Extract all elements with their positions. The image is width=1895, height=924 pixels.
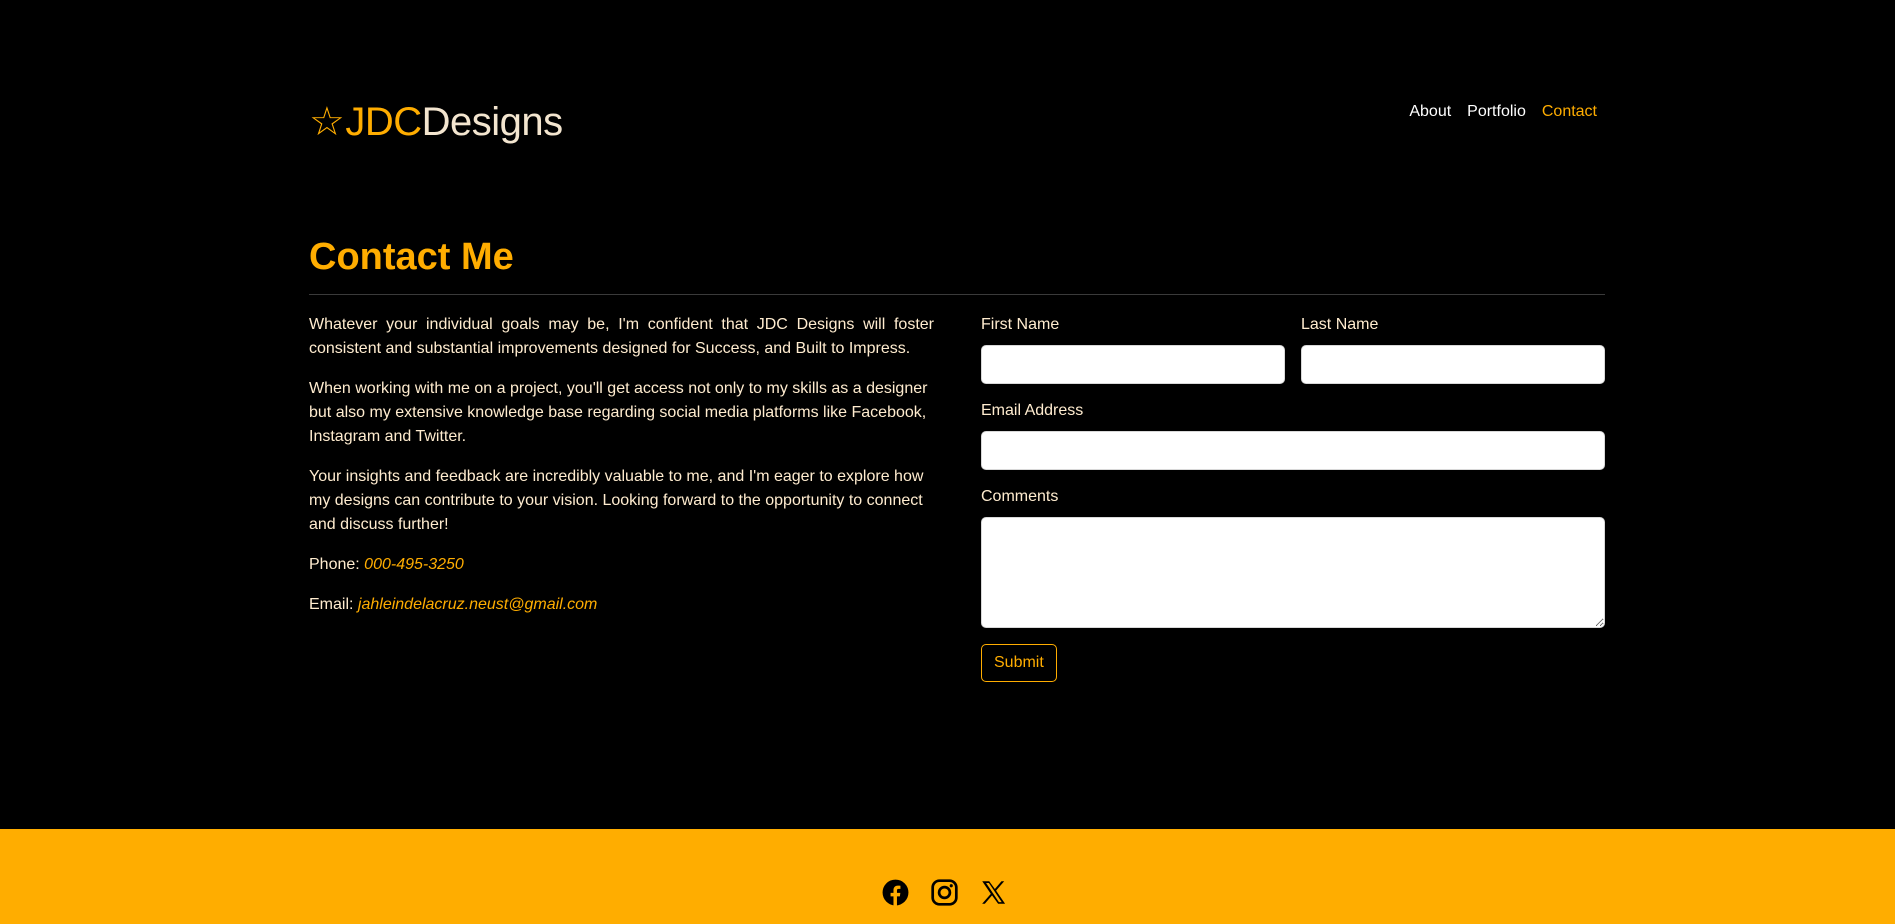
facebook-icon[interactable] [882, 879, 909, 906]
nav-item-about[interactable]: About [1401, 100, 1459, 124]
last-name-field[interactable] [1301, 345, 1605, 384]
last-name-label: Last Name [1301, 316, 1379, 333]
intro-paragraph-1: Whatever your individual goals may be, I… [309, 316, 934, 357]
site-header: ☆ JDC Designs About Portfolio Contact [309, 94, 1605, 154]
phone-link[interactable]: 000-495-3250 [364, 556, 464, 573]
contact-page: ☆ JDC Designs About Portfolio Contact Co… [0, 0, 1895, 924]
intro-paragraph-2: When working with me on a project, you'l… [309, 380, 928, 445]
site-footer [0, 829, 1895, 924]
first-name-label: First Name [981, 316, 1060, 333]
logo-brand-rest: Designs [421, 100, 564, 144]
main-nav: About Portfolio Contact [1401, 100, 1605, 124]
email-address-label: Email Address [981, 402, 1084, 419]
email-field[interactable] [981, 431, 1605, 470]
email-label: Email: [309, 596, 354, 613]
phone-label: Phone: [309, 556, 360, 573]
logo-brand-accent: JDC [345, 100, 422, 144]
name-row: First Name Last Name [981, 313, 1605, 399]
email-line: Email: jahleindelacruz.neust@gmail.com [309, 593, 934, 617]
comments-group: Comments [981, 485, 1605, 628]
title-divider [309, 294, 1605, 295]
comments-textarea[interactable] [981, 517, 1605, 628]
contact-form: First Name Last Name Email Address Comme… [981, 313, 1605, 682]
social-links [882, 879, 1007, 906]
submit-button[interactable]: Submit [981, 644, 1057, 682]
contact-info: Whatever your individual goals may be, I… [309, 313, 934, 633]
first-name-field[interactable] [981, 345, 1285, 384]
x-twitter-icon[interactable] [980, 879, 1007, 906]
page-title: Contact Me [309, 236, 514, 278]
email-group: Email Address [981, 399, 1605, 485]
instagram-icon[interactable] [931, 879, 958, 906]
email-link[interactable]: jahleindelacruz.neust@gmail.com [358, 596, 597, 613]
nav-item-contact[interactable]: Contact [1534, 100, 1605, 124]
first-name-group: First Name [981, 313, 1285, 384]
comments-label: Comments [981, 488, 1059, 505]
site-logo[interactable]: ☆ JDC Designs [309, 94, 563, 150]
phone-line: Phone: 000-495-3250 [309, 553, 934, 577]
last-name-group: Last Name [1301, 313, 1605, 384]
star-icon: ☆ [309, 100, 345, 144]
nav-item-portfolio[interactable]: Portfolio [1459, 100, 1534, 124]
intro-paragraph-3: Your insights and feedback are incredibl… [309, 468, 924, 533]
